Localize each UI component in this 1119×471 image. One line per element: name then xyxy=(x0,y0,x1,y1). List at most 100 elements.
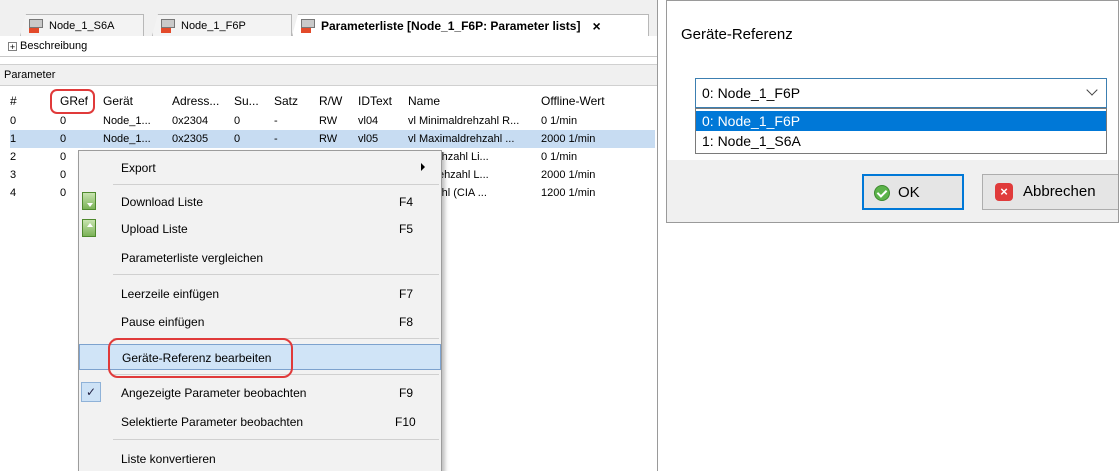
table-cell: 0x2304 xyxy=(172,115,209,127)
column-header[interactable]: Su... xyxy=(234,94,259,108)
ok-button[interactable]: OK xyxy=(862,174,964,210)
parameters-section-header: Parameter xyxy=(0,64,657,86)
table-cell: vl Minimaldrehzahl R... xyxy=(408,115,520,127)
table-header-row: # GRef Gerät Adress... Su... Satz R/W ID… xyxy=(10,92,655,112)
table-cell: RW xyxy=(319,115,338,127)
menu-item-watch-selected[interactable]: Selektierte Parameter beobachten F10 xyxy=(79,409,441,435)
menu-item-label: Export xyxy=(121,161,156,175)
menu-item-label: Pause einfügen xyxy=(121,315,205,329)
tab-node-1-f6p[interactable]: Node_1_F6P xyxy=(152,14,292,36)
column-header[interactable]: Name xyxy=(408,94,440,108)
table-cell: 0 xyxy=(60,151,67,163)
table-cell: 2 xyxy=(10,151,17,163)
parameter-list-icon xyxy=(301,18,315,33)
table-cell: 0 1/min xyxy=(541,115,578,127)
menu-item-shortcut: F4 xyxy=(399,195,414,209)
menu-item-convert-list[interactable]: Liste konvertieren xyxy=(79,446,441,471)
table-cell: 0 xyxy=(10,115,17,127)
tab-label: Parameterliste [Node_1_F6P: Parameter li… xyxy=(321,18,581,33)
table-cell: 0 xyxy=(60,169,67,181)
button-label: OK xyxy=(898,184,920,201)
table-cell: 0 xyxy=(60,133,67,145)
submenu-arrow-icon xyxy=(421,163,425,171)
column-header[interactable]: Satz xyxy=(274,94,298,108)
menu-separator xyxy=(113,274,439,275)
device-icon xyxy=(161,18,175,33)
table-cell: Node_1... xyxy=(103,115,151,127)
menu-item-shortcut: F10 xyxy=(395,415,416,429)
menu-item-label: Leerzeile einfügen xyxy=(121,287,220,301)
chevron-down-icon[interactable] xyxy=(1086,84,1098,96)
table-cell: 0 xyxy=(60,187,67,199)
device-reference-options: 0: Node_1_F6P 1: Node_1_S6A xyxy=(695,108,1107,154)
menu-item-watch-displayed[interactable]: ✓ Angezeigte Parameter beobachten F9 xyxy=(79,380,441,406)
table-cell: 4 xyxy=(10,187,17,199)
menu-item-insert-pause[interactable]: Pause einfügen F8 xyxy=(79,309,441,335)
divider xyxy=(0,56,657,57)
table-row[interactable]: 0 0 Node_1... 0x2304 0 - RW vl04 vl Minimaldrehz… xyxy=(10,112,655,130)
device-icon xyxy=(29,18,43,33)
menu-item-compare-list[interactable]: Parameterliste vergleichen xyxy=(79,245,441,271)
column-header[interactable]: Offline-Wert xyxy=(541,94,605,108)
download-icon xyxy=(82,192,96,210)
column-header[interactable]: # xyxy=(10,94,17,108)
context-menu: Export Download Liste F4 Upload Liste F5… xyxy=(78,150,442,471)
dialog-title: Geräte-Referenz xyxy=(681,26,793,43)
menu-item-label: Parameterliste vergleichen xyxy=(121,251,264,265)
table-cell: vl04 xyxy=(358,115,379,127)
menu-item-shortcut: F9 xyxy=(399,386,414,400)
parameter-list-editor: Node_1_S6A Node_1_F6P Parameterliste [No… xyxy=(0,0,658,471)
description-label: Beschreibung xyxy=(20,40,88,52)
menu-item-label: Selektierte Parameter beobachten xyxy=(121,415,304,429)
device-reference-select[interactable]: 0: Node_1_F6P xyxy=(695,78,1107,108)
column-header[interactable]: R/W xyxy=(319,94,342,108)
tab-parameter-list[interactable]: Parameterliste [Node_1_F6P: Parameter li… xyxy=(292,14,649,36)
table-cell: vl Maximaldrehzahl ... xyxy=(408,133,515,145)
table-cell: 1 xyxy=(10,133,17,145)
tab-label: Node_1_S6A xyxy=(49,19,115,32)
upload-icon xyxy=(82,219,96,237)
tab-node-1-s6a[interactable]: Node_1_S6A xyxy=(20,14,144,36)
description-expander[interactable]: + Beschreibung xyxy=(8,38,87,54)
menu-item-label: Angezeigte Parameter beobachten xyxy=(121,386,307,400)
table-cell: RW xyxy=(319,133,338,145)
cancel-button[interactable]: × Abbrechen xyxy=(982,174,1118,210)
menu-item-shortcut: F7 xyxy=(399,287,414,301)
column-header[interactable]: IDText xyxy=(358,94,392,108)
table-cell: 0 xyxy=(60,115,67,127)
table-cell: 2000 1/min xyxy=(541,169,596,181)
tab-label: Node_1_F6P xyxy=(181,19,246,32)
menu-item-label: Download Liste xyxy=(121,195,204,209)
cancel-icon: × xyxy=(995,183,1013,201)
menu-item-export[interactable]: Export xyxy=(79,155,441,181)
option-node-1-f6p[interactable]: 0: Node_1_F6P xyxy=(696,111,1106,131)
menu-item-label: Liste konvertieren xyxy=(121,452,216,466)
ok-icon xyxy=(874,185,890,201)
table-row[interactable]: 1 0 Node_1... 0x2305 0 - RW vl05 vl Maximaldrehz… xyxy=(10,130,655,148)
select-value: 0: Node_1_F6P xyxy=(702,85,801,101)
menu-item-insert-blank-row[interactable]: Leerzeile einfügen F7 xyxy=(79,281,441,307)
expand-icon[interactable]: + xyxy=(8,41,17,51)
menu-separator xyxy=(113,184,439,185)
table-cell: - xyxy=(274,115,278,127)
menu-item-upload-list[interactable]: Upload Liste F5 xyxy=(79,216,441,242)
edit-reference-highlight-circle xyxy=(108,338,293,378)
option-node-1-s6a[interactable]: 1: Node_1_S6A xyxy=(696,131,1106,151)
menu-item-label: Upload Liste xyxy=(121,222,188,236)
device-reference-dialog: Geräte-Referenz 0: Node_1_F6P 0: Node_1_… xyxy=(666,0,1119,223)
table-cell: 2000 1/min xyxy=(541,133,596,145)
menu-item-download-list[interactable]: Download Liste F4 xyxy=(79,189,441,215)
gref-highlight-circle xyxy=(50,89,95,114)
table-cell: 0 xyxy=(234,133,241,145)
option-label: 1: Node_1_S6A xyxy=(702,133,801,149)
menu-item-shortcut: F5 xyxy=(399,222,414,236)
close-icon[interactable]: × xyxy=(592,18,600,34)
column-header[interactable]: Adress... xyxy=(172,94,219,108)
column-header[interactable]: Gerät xyxy=(103,94,133,108)
table-cell: 3 xyxy=(10,169,17,181)
table-cell: - xyxy=(274,133,278,145)
tab-bar: Node_1_S6A Node_1_F6P Parameterliste [No… xyxy=(0,0,657,36)
checkmark-icon: ✓ xyxy=(81,382,101,402)
table-cell: vl05 xyxy=(358,133,379,145)
option-label: 0: Node_1_F6P xyxy=(702,113,801,129)
